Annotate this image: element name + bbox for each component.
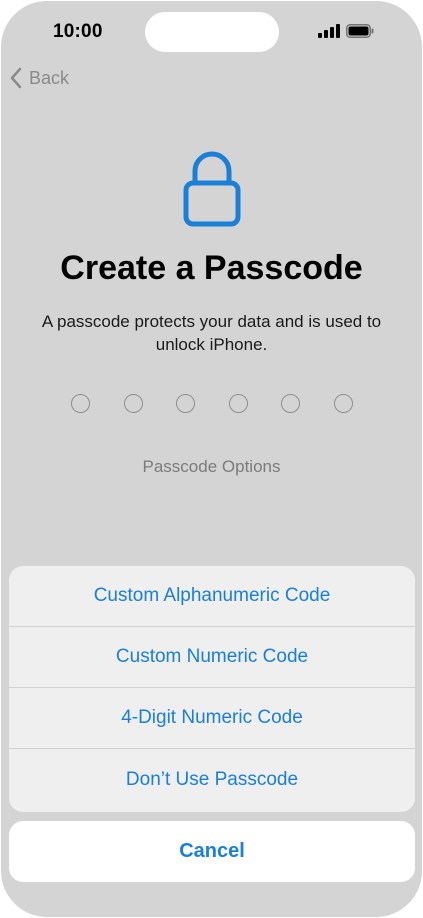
passcode-dot <box>281 394 301 413</box>
custom-alphanumeric-code-option[interactable]: Custom Alphanumeric Code <box>9 566 415 627</box>
page-title: Create a Passcode <box>60 249 363 287</box>
passcode-dot <box>71 394 90 413</box>
screen: 10:00 Back Create a Passcode A passcode … <box>1 1 422 917</box>
lock-icon <box>183 151 241 227</box>
page-subtitle: A passcode protects your data and is use… <box>41 312 382 354</box>
action-sheet: Custom Alphanumeric Code Custom Numeric … <box>9 566 415 812</box>
battery-icon <box>346 24 374 38</box>
four-digit-numeric-code-option[interactable]: 4-Digit Numeric Code <box>9 688 415 749</box>
passcode-dots <box>71 394 353 418</box>
signal-icon <box>318 24 340 38</box>
passcode-dot <box>333 394 353 413</box>
status-icons <box>318 24 374 38</box>
cancel-button[interactable]: Cancel <box>9 821 415 882</box>
phone-frame: 10:00 Back Create a Passcode A passcode … <box>0 0 423 918</box>
custom-numeric-code-option[interactable]: Custom Numeric Code <box>9 627 415 688</box>
status-time: 10:00 <box>53 21 103 42</box>
passcode-dot <box>123 394 143 413</box>
passcode-dot <box>228 394 248 413</box>
chevron-left-icon <box>10 67 22 89</box>
dont-use-passcode-option[interactable]: Don’t Use Passcode <box>9 749 415 811</box>
dynamic-island <box>145 12 279 52</box>
back-label: Back <box>29 67 70 88</box>
back-button[interactable]: Back <box>9 67 69 89</box>
passcode-options-link[interactable]: Passcode Options <box>1 457 422 477</box>
passcode-dot <box>176 394 196 413</box>
